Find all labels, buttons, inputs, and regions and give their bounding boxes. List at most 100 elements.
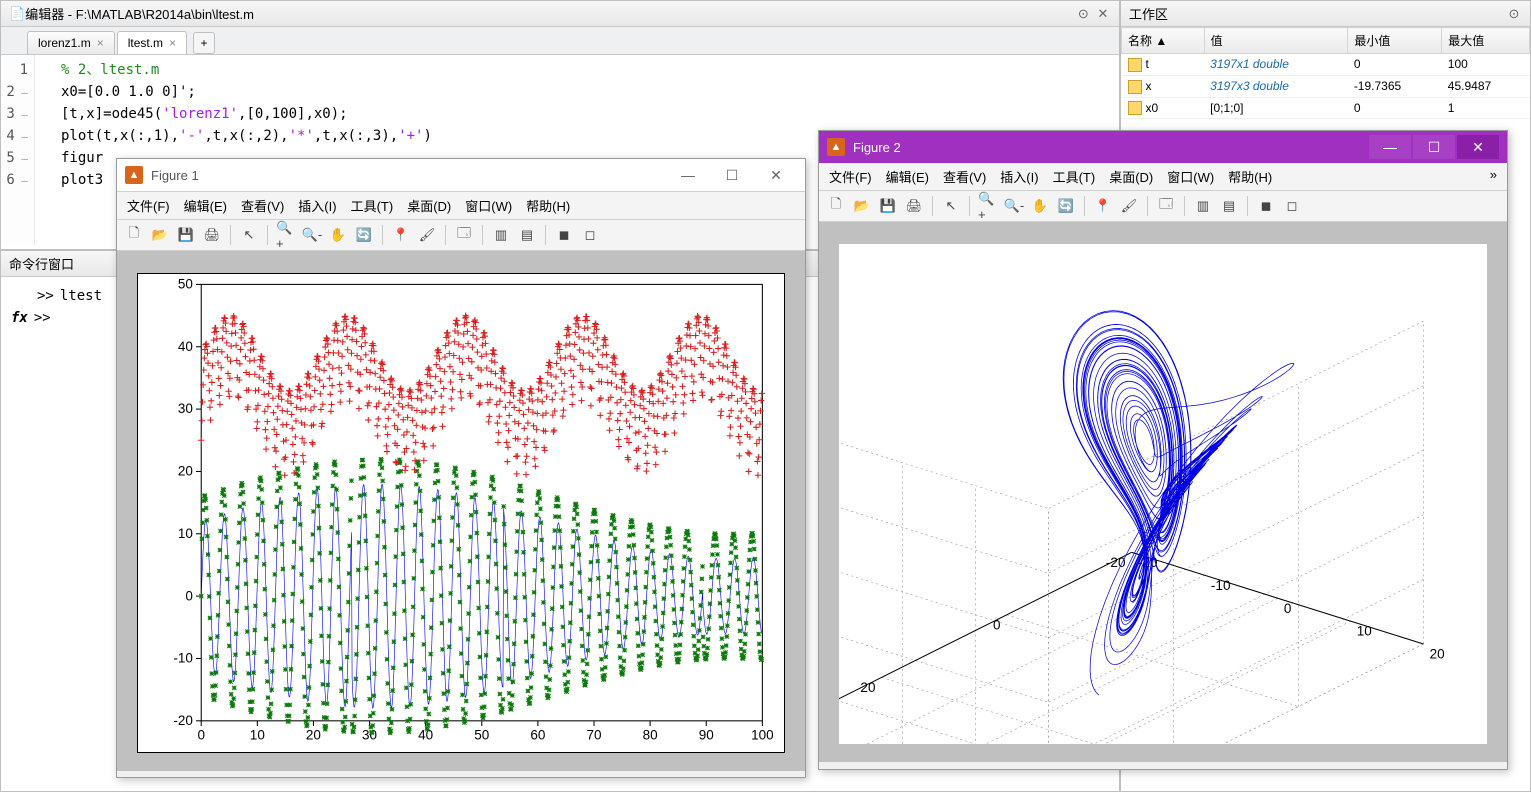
- figure1-axes[interactable]: 0102030405060708090100-20-1001020304050: [137, 273, 785, 753]
- toolbar-button[interactable]: ◻: [579, 224, 601, 246]
- close-button[interactable]: ✕: [1457, 135, 1499, 159]
- workspace-row[interactable]: x0 [0;1;0]01: [1122, 97, 1530, 119]
- editor-tabbar: lorenz1.m × ltest.m × +: [1, 27, 1119, 55]
- tab-ltest[interactable]: ltest.m ×: [117, 31, 187, 54]
- tab-close-icon[interactable]: ×: [169, 36, 176, 50]
- toolbar-button[interactable]: ▥: [490, 224, 512, 246]
- workspace-col-header[interactable]: 最小值: [1348, 28, 1442, 54]
- workspace-col-header[interactable]: 名称 ▲: [1122, 28, 1205, 54]
- tab-lorenz1[interactable]: lorenz1.m ×: [27, 31, 115, 54]
- toolbar-button[interactable]: 🗋: [123, 224, 145, 246]
- workspace-table: 名称 ▲值最小值最大值 t 3197x1 double0100x 3197x3 …: [1121, 27, 1530, 119]
- figure1-plot-area: 0102030405060708090100-20-1001020304050: [117, 251, 805, 771]
- toolbar-button[interactable]: ◼: [1255, 195, 1277, 217]
- svg-text:0: 0: [993, 617, 1001, 632]
- toolbar-button[interactable]: 📂: [851, 195, 873, 217]
- toolbar-button[interactable]: 🗔: [453, 224, 475, 246]
- figure1-titlebar[interactable]: ▲ Figure 1 — ☐ ✕: [117, 159, 805, 192]
- toolbar-button[interactable]: ↖: [238, 224, 260, 246]
- menu-item[interactable]: 窗口(W): [1167, 167, 1214, 186]
- toolbar-button[interactable]: 🔍+: [977, 195, 999, 217]
- svg-text:-10: -10: [173, 651, 193, 666]
- toolbar-button[interactable]: ✋: [327, 224, 349, 246]
- toolbar-button[interactable]: 🔍-: [301, 224, 323, 246]
- figure2-plot-area: 01020304050-2002040-20-1001020: [819, 222, 1507, 762]
- toolbar-button[interactable]: ▤: [1218, 195, 1240, 217]
- menu-item[interactable]: 插入(I): [298, 196, 336, 215]
- minimize-button[interactable]: —: [667, 163, 709, 187]
- menu-item[interactable]: 工具(T): [1053, 167, 1096, 186]
- editor-header: 📄 编辑器 - F:\MATLAB\R2014a\bin\ltest.m ⊙ ✕: [1, 1, 1119, 27]
- toolbar-button[interactable]: 🖌: [1118, 195, 1140, 217]
- variable-icon: [1128, 101, 1142, 115]
- svg-text:20: 20: [1430, 647, 1445, 662]
- figure1-title: Figure 1: [151, 168, 199, 183]
- workspace-row[interactable]: x 3197x3 double-19.736545.9487: [1122, 75, 1530, 97]
- figure1-window[interactable]: ▲ Figure 1 — ☐ ✕ 文件(F) 编辑(E) 查看(V) 插入(I) 工具(…: [116, 158, 806, 778]
- toolbar-button[interactable]: 🔍+: [275, 224, 297, 246]
- toolbar-overflow-icon[interactable]: »: [1490, 167, 1497, 186]
- tab-close-icon[interactable]: ×: [97, 36, 104, 50]
- figure2-axes[interactable]: 01020304050-2002040-20-1001020: [839, 244, 1487, 744]
- menu-item[interactable]: 文件(F): [829, 167, 872, 186]
- maximize-button[interactable]: ☐: [1413, 135, 1455, 159]
- toolbar-button[interactable]: ✋: [1029, 195, 1051, 217]
- svg-text:40: 40: [178, 339, 193, 354]
- toolbar-button[interactable]: ◻: [1281, 195, 1303, 217]
- workspace-col-header[interactable]: 最大值: [1442, 28, 1530, 54]
- menu-item[interactable]: 工具(T): [351, 196, 394, 215]
- menu-item[interactable]: 插入(I): [1000, 167, 1038, 186]
- workspace-row[interactable]: t 3197x1 double0100: [1122, 54, 1530, 76]
- close-button[interactable]: ✕: [755, 163, 797, 187]
- variable-icon: [1128, 58, 1142, 72]
- menu-item[interactable]: 文件(F): [127, 196, 170, 215]
- dropdown-icon[interactable]: ⊙: [1506, 6, 1522, 22]
- toolbar-button[interactable]: 💾: [175, 224, 197, 246]
- menu-item[interactable]: 帮助(H): [526, 196, 570, 215]
- menu-item[interactable]: 窗口(W): [465, 196, 512, 215]
- svg-text:80: 80: [643, 728, 658, 743]
- menu-item[interactable]: 帮助(H): [1228, 167, 1272, 186]
- toolbar-button[interactable]: 🖌: [416, 224, 438, 246]
- figure2-menubar: 文件(F) 编辑(E) 查看(V) 插入(I) 工具(T) 桌面(D) 窗口(W) 帮助(H)…: [819, 163, 1507, 191]
- svg-text:60: 60: [530, 728, 545, 743]
- menu-item[interactable]: 编辑(E): [886, 167, 929, 186]
- svg-text:10: 10: [178, 526, 193, 541]
- tab-label: ltest.m: [128, 36, 163, 50]
- toolbar-button[interactable]: ▤: [516, 224, 538, 246]
- menu-item[interactable]: 查看(V): [943, 167, 986, 186]
- workspace-col-header[interactable]: 值: [1204, 28, 1348, 54]
- menu-item[interactable]: 桌面(D): [407, 196, 451, 215]
- toolbar-button[interactable]: ◼: [553, 224, 575, 246]
- svg-text:20: 20: [860, 680, 875, 695]
- matlab-icon: ▲: [125, 166, 143, 184]
- toolbar-button[interactable]: 🔄: [353, 224, 375, 246]
- toolbar-button[interactable]: 📍: [390, 224, 412, 246]
- toolbar-button[interactable]: 🔍-: [1003, 195, 1025, 217]
- toolbar-button[interactable]: 📍: [1092, 195, 1114, 217]
- figure2-window[interactable]: ▲ Figure 2 — ☐ ✕ 文件(F) 编辑(E) 查看(V) 插入(I) 工具(…: [818, 130, 1508, 770]
- svg-text:20: 20: [306, 728, 321, 743]
- svg-text:-10: -10: [1211, 578, 1231, 593]
- menu-item[interactable]: 查看(V): [241, 196, 284, 215]
- maximize-button[interactable]: ☐: [711, 163, 753, 187]
- toolbar-button[interactable]: ↖: [940, 195, 962, 217]
- minimize-button[interactable]: —: [1369, 135, 1411, 159]
- figure2-titlebar[interactable]: ▲ Figure 2 — ☐ ✕: [819, 131, 1507, 163]
- tab-add-button[interactable]: +: [193, 32, 215, 54]
- toolbar-button[interactable]: 📂: [149, 224, 171, 246]
- toolbar-button[interactable]: ▥: [1192, 195, 1214, 217]
- toolbar-button[interactable]: 🔄: [1055, 195, 1077, 217]
- toolbar-button[interactable]: 🖨: [201, 224, 223, 246]
- dropdown-icon[interactable]: ⊙: [1075, 6, 1091, 22]
- fx-icon: fx: [11, 310, 28, 326]
- menu-item[interactable]: 编辑(E): [184, 196, 227, 215]
- menu-item[interactable]: 桌面(D): [1109, 167, 1153, 186]
- figure2-title: Figure 2: [853, 140, 901, 155]
- figure1-menubar: 文件(F) 编辑(E) 查看(V) 插入(I) 工具(T) 桌面(D) 窗口(W) 帮助(H): [117, 192, 805, 220]
- toolbar-button[interactable]: 🗔: [1155, 195, 1177, 217]
- toolbar-button[interactable]: 💾: [877, 195, 899, 217]
- toolbar-button[interactable]: 🗋: [825, 195, 847, 217]
- close-icon[interactable]: ✕: [1095, 6, 1111, 22]
- toolbar-button[interactable]: 🖨: [903, 195, 925, 217]
